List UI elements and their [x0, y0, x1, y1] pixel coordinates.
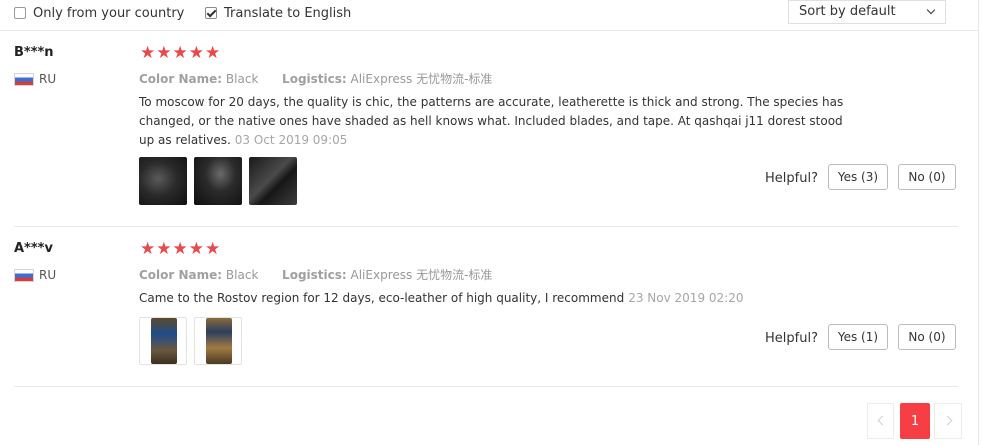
sort-select-value: Sort by default	[799, 4, 896, 19]
chevron-left-icon	[877, 415, 888, 426]
review-item: A***v RU ★ ★ ★ ★ ★ Color Name: Black Log…	[14, 227, 958, 387]
review-filter-bar: Only from your country Translate to Engl…	[0, 0, 978, 31]
logistics-label: Logistics:	[282, 268, 347, 282]
helpful-no-button[interactable]: No (0)	[897, 164, 956, 190]
flag-ru-icon	[14, 268, 34, 282]
review-photo-thumbnail[interactable]	[194, 157, 242, 205]
review-body: Came to the Rostov region for 12 days, e…	[139, 291, 625, 305]
color-name-label: Color Name:	[139, 72, 223, 86]
sort-select[interactable]: Sort by default	[788, 0, 946, 24]
star-icon: ★	[188, 239, 204, 259]
star-icon: ★	[140, 239, 156, 259]
only-from-country-filter[interactable]: Only from your country	[14, 4, 184, 22]
color-name-value: Black	[225, 72, 259, 86]
review-date: 03 Oct 2019 09:05	[234, 133, 348, 147]
logistics-value: AliExpress 无忧物流-标准	[350, 72, 493, 86]
reviewer-name: A***v	[14, 241, 53, 256]
helpful-votes: Helpful? Yes (1) No (0)	[765, 324, 956, 350]
only-from-country-label: Only from your country	[33, 5, 185, 21]
logistics-value: AliExpress 无忧物流-标准	[350, 268, 493, 282]
star-icon: ★	[156, 239, 172, 259]
color-name-label: Color Name:	[139, 268, 223, 282]
review-text: Came to the Rostov region for 12 days, e…	[139, 289, 854, 308]
review-photos	[139, 317, 249, 365]
helpful-label: Helpful?	[765, 330, 818, 346]
star-icon: ★	[205, 239, 221, 259]
pagination-next-button[interactable]	[934, 403, 962, 439]
reviewer-country: RU	[14, 267, 56, 283]
review-item: B***n RU ★ ★ ★ ★ ★ Color Name: Black Log…	[14, 31, 958, 227]
review-photo-thumbnail[interactable]	[194, 317, 242, 365]
review-photo-thumbnail[interactable]	[139, 317, 187, 365]
panel-right-border	[978, 0, 979, 445]
review-photo-thumbnail[interactable]	[139, 157, 187, 205]
chevron-down-icon	[926, 5, 936, 15]
review-photo-thumbnail[interactable]	[249, 157, 297, 205]
star-rating: ★ ★ ★ ★ ★	[140, 44, 221, 62]
helpful-label: Helpful?	[765, 170, 818, 186]
reviewer-country-code: RU	[39, 72, 57, 86]
pagination-page-current[interactable]: 1	[900, 403, 930, 439]
star-icon: ★	[172, 239, 188, 259]
review-meta: Color Name: Black Logistics: AliExpress …	[139, 266, 492, 283]
review-photos	[139, 157, 304, 205]
reviewer-country: RU	[14, 71, 56, 87]
star-icon: ★	[156, 43, 172, 63]
translate-label: Translate to English	[224, 5, 352, 21]
star-rating: ★ ★ ★ ★ ★	[140, 240, 221, 258]
star-icon: ★	[205, 43, 221, 63]
review-meta: Color Name: Black Logistics: AliExpress …	[139, 70, 492, 87]
color-name-value: Black	[225, 268, 259, 282]
pagination-prev-button[interactable]	[867, 403, 894, 439]
helpful-yes-button[interactable]: Yes (1)	[827, 324, 888, 350]
review-text: To moscow for 20 days, the quality is ch…	[139, 93, 854, 150]
translate-checkbox[interactable]	[205, 7, 217, 19]
translate-filter[interactable]: Translate to English	[205, 4, 351, 22]
star-icon: ★	[140, 43, 156, 63]
chevron-right-icon	[942, 415, 953, 426]
reviewer-country-code: RU	[39, 268, 57, 282]
helpful-no-button[interactable]: No (0)	[897, 324, 956, 350]
reviewer-name: B***n	[14, 45, 54, 60]
only-from-country-checkbox[interactable]	[14, 7, 26, 19]
star-icon: ★	[172, 43, 188, 63]
flag-ru-icon	[14, 72, 34, 86]
helpful-yes-button[interactable]: Yes (3)	[827, 164, 888, 190]
logistics-label: Logistics:	[282, 72, 347, 86]
star-icon: ★	[188, 43, 204, 63]
review-date: 23 Nov 2019 02:20	[628, 291, 744, 305]
helpful-votes: Helpful? Yes (3) No (0)	[765, 164, 956, 190]
